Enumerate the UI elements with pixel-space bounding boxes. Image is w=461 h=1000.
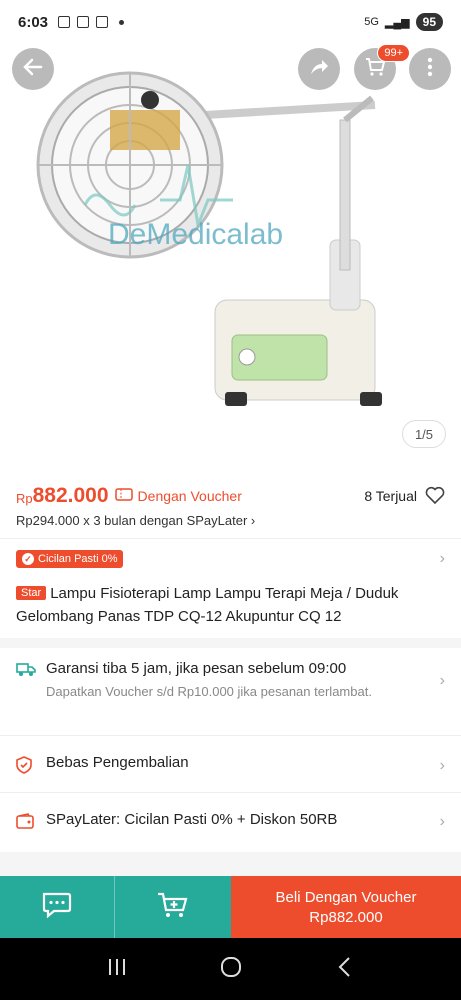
- signal-icon: ▂▄▆: [384, 16, 410, 29]
- notification-icon: [58, 16, 71, 28]
- spaylater-row[interactable]: SPayLater: Cicilan Pasti 0% + Diskon 50R…: [16, 811, 445, 832]
- back-icon: [22, 56, 44, 83]
- bottom-action-bar: Beli Dengan Voucher Rp882.000: [0, 876, 461, 938]
- back-button[interactable]: [12, 48, 54, 90]
- back-nav-icon[interactable]: [335, 956, 355, 983]
- image-counter: 1/5: [402, 420, 446, 448]
- product-title-text: Lampu Fisioterapi Lamp Lampu Terapi Meja…: [16, 585, 399, 625]
- buy-price: Rp882.000: [309, 908, 383, 926]
- watermark-text: DeMedicalab: [108, 218, 284, 251]
- more-icon: [427, 56, 433, 83]
- chat-icon: [40, 890, 74, 925]
- shield-icon: [16, 754, 38, 777]
- battery-indicator: 95: [415, 13, 443, 31]
- chevron-right-icon: ›: [439, 756, 445, 774]
- share-button[interactable]: [298, 48, 340, 90]
- paylater-link[interactable]: Rp294.000 x 3 bulan dengan SPayLater ›: [16, 513, 255, 528]
- returns-label: Bebas Pengembalian: [46, 754, 189, 771]
- voucher-label: Dengan Voucher: [137, 488, 242, 504]
- divider: [0, 792, 461, 793]
- buy-label: Beli Dengan Voucher: [275, 888, 417, 906]
- app-icon-2: [96, 16, 109, 28]
- product-image[interactable]: DeMedicalab 99+ 1/5: [0, 0, 461, 464]
- status-bar: 6:03 5G ▂▄▆ 95: [0, 0, 461, 44]
- cart-badge: 99+: [377, 44, 410, 62]
- network-label: 5G: [364, 16, 379, 28]
- add-to-cart-button[interactable]: [115, 876, 231, 938]
- chat-button[interactable]: [0, 876, 115, 938]
- shipping-row[interactable]: Garansi tiba 5 jam, jika pesan sebelum 0…: [16, 660, 445, 701]
- system-nav-bar: [0, 938, 461, 1000]
- chevron-right-icon: ›: [439, 550, 445, 567]
- dot-icon: [119, 19, 125, 25]
- cart-button[interactable]: 99+: [354, 44, 410, 90]
- app-icon: [77, 16, 90, 28]
- sold-count: 8 Terjual: [364, 486, 445, 507]
- divider: [0, 538, 461, 539]
- more-button[interactable]: [409, 48, 451, 90]
- heart-icon[interactable]: [425, 486, 445, 507]
- home-icon[interactable]: [219, 955, 243, 984]
- recent-apps-icon[interactable]: [106, 957, 128, 982]
- spaylater-label: SPayLater: Cicilan Pasti 0% + Diskon 50R…: [46, 811, 338, 828]
- shipping-sub: Dapatkan Voucher s/d Rp10.000 jika pesan…: [46, 684, 372, 699]
- returns-row[interactable]: Bebas Pengembalian ›: [16, 754, 445, 777]
- cicilan-label: Cicilan Pasti 0%: [38, 553, 118, 565]
- add-cart-icon: [156, 890, 190, 925]
- status-time: 6:03: [18, 13, 49, 31]
- chevron-right-icon: ›: [439, 812, 445, 830]
- share-icon: [308, 56, 330, 83]
- wallet-icon: [16, 811, 38, 832]
- truck-icon: [16, 660, 38, 680]
- section-separator: [0, 852, 461, 876]
- price-currency: Rp: [16, 490, 33, 506]
- cicilan-row[interactable]: ✓ Cicilan Pasti 0% ›: [16, 548, 445, 570]
- shipping-main: Garansi tiba 5 jam, jika pesan sebelum 0…: [46, 660, 347, 677]
- voucher-tag[interactable]: Dengan Voucher: [114, 488, 242, 504]
- sold-label: 8 Terjual: [364, 488, 417, 504]
- section-separator: [0, 638, 461, 648]
- check-icon: ✓: [22, 553, 34, 565]
- cicilan-badge: ✓ Cicilan Pasti 0%: [16, 550, 124, 568]
- star-badge: Star: [16, 586, 47, 600]
- price-value: 882.000: [32, 484, 109, 507]
- buy-with-voucher-button[interactable]: Beli Dengan Voucher Rp882.000: [231, 876, 461, 938]
- divider: [0, 735, 461, 736]
- product-title: Star Lampu Fisioterapi Lamp Lampu Terapi …: [16, 582, 441, 628]
- chevron-right-icon: ›: [439, 671, 445, 689]
- voucher-icon: [114, 488, 133, 504]
- price-row: Rp 882.000 Dengan Voucher 8 Terjual: [16, 478, 445, 514]
